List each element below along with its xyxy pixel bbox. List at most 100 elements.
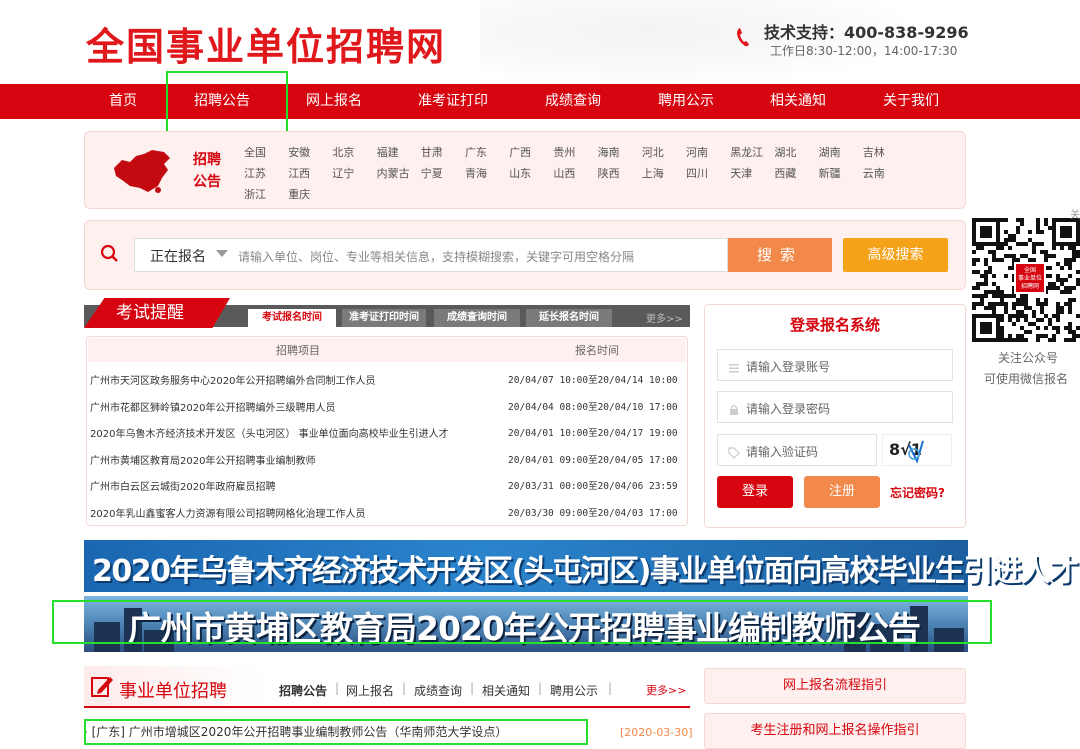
col-header-time: 报名时间 bbox=[575, 344, 619, 357]
forgot-password-link[interactable]: 忘记密码? bbox=[890, 484, 945, 501]
search-icon bbox=[100, 244, 120, 264]
captcha-image[interactable]: 8√1 bbox=[882, 434, 952, 466]
job-tab-notice[interactable]: 招聘公告 bbox=[279, 682, 327, 699]
qr-caption-wechat: 可使用微信报名 bbox=[984, 372, 1069, 386]
status-select[interactable]: 正在报名 bbox=[150, 246, 206, 266]
exam-row[interactable]: 广州市白云区云城街2020年政府雇员招聘 20/03/31 00:00至20/04… bbox=[90, 472, 680, 498]
exam-row-time: 20/04/01 09:00至20/04/05 17:00 bbox=[508, 454, 678, 466]
login-button[interactable]: 登录 bbox=[717, 476, 793, 508]
edit-icon bbox=[90, 674, 114, 698]
province-link[interactable]: 四川 bbox=[686, 165, 708, 181]
job-tab-score[interactable]: 成绩查询 bbox=[414, 682, 462, 699]
province-link[interactable]: 福建 bbox=[377, 144, 399, 160]
province-link[interactable]: 西藏 bbox=[774, 165, 796, 181]
nav-score-query[interactable]: 成绩查询 bbox=[545, 84, 601, 119]
province-link[interactable]: 内蒙古 bbox=[377, 165, 410, 181]
banner-urumqi-text: 2020年乌鲁木齐经济技术开发区(头屯河区)事业单位面向高校毕业生引进人才 bbox=[92, 554, 1079, 589]
exam-row-time: 20/03/31 00:00至20/04/06 23:59 bbox=[508, 481, 678, 492]
nav-home[interactable]: 首页 bbox=[109, 84, 137, 119]
province-link[interactable]: 青海 bbox=[465, 165, 487, 181]
site-logo[interactable]: 全国事业单位招聘网 bbox=[86, 16, 446, 71]
service-hours: 工作日8:30-12:00，14:00-17:30 bbox=[770, 44, 958, 58]
chevron-down-icon[interactable] bbox=[216, 250, 228, 257]
nav-about-us[interactable]: 关于我们 bbox=[883, 84, 939, 119]
job-section-title: 事业单位招聘 bbox=[119, 681, 227, 702]
province-link[interactable]: 贵州 bbox=[553, 144, 575, 160]
job-tab-signup[interactable]: 网上报名 bbox=[346, 682, 394, 699]
province-link[interactable]: 江西 bbox=[288, 165, 310, 181]
jobs-more-link[interactable]: 更多>> bbox=[646, 682, 686, 698]
province-link[interactable]: 辽宁 bbox=[332, 165, 354, 181]
province-link[interactable]: 上海 bbox=[642, 165, 664, 181]
exam-row[interactable]: 2020年乌鲁木齐经济技术开发区（头屯河区） 事业单位面向高校毕业生引进人才 20… bbox=[90, 419, 680, 445]
nav-related-notices[interactable]: 相关通知 bbox=[770, 84, 826, 119]
nav-hiring-notice[interactable]: 聘用公示 bbox=[658, 84, 714, 119]
province-link[interactable]: 新疆 bbox=[819, 165, 841, 181]
tab-separator: | bbox=[402, 681, 407, 695]
password-field[interactable]: 请输入登录密码 bbox=[717, 391, 953, 423]
exam-row-name: 广州市天河区政务服务中心2020年公开招聘编外合同制工作人员 bbox=[90, 376, 376, 387]
job-tab-hiring[interactable]: 聘用公示 bbox=[550, 682, 598, 699]
province-link[interactable]: 北京 bbox=[332, 144, 354, 160]
lock-icon bbox=[728, 401, 740, 415]
user-icon bbox=[728, 359, 740, 373]
register-button[interactable]: 注册 bbox=[804, 476, 880, 508]
tab-separator: | bbox=[470, 681, 475, 695]
province-link[interactable]: 陕西 bbox=[598, 165, 620, 181]
province-link[interactable]: 天津 bbox=[730, 165, 752, 181]
tab-exam-signup-time[interactable]: 考试报名时间 bbox=[248, 309, 336, 327]
province-link[interactable]: 宁夏 bbox=[421, 165, 443, 181]
province-link[interactable]: 安徽 bbox=[288, 144, 310, 160]
tab-separator: | bbox=[608, 681, 613, 695]
search-button[interactable]: 搜索 bbox=[728, 238, 832, 272]
province-link[interactable]: 河北 bbox=[642, 144, 664, 160]
col-header-item: 招聘项目 bbox=[276, 344, 320, 357]
province-link[interactable]: 重庆 bbox=[288, 186, 310, 202]
exam-row[interactable]: 广州市天河区政务服务中心2020年公开招聘编外合同制工作人员 20/04/07 1… bbox=[90, 366, 680, 392]
province-link[interactable]: 全国 bbox=[244, 144, 266, 160]
exam-row[interactable]: 广州市花都区狮岭镇2020年公开招聘编外三级聘用人员 20/04/04 08:00… bbox=[90, 393, 680, 419]
tag-icon bbox=[728, 444, 740, 459]
province-link[interactable]: 黑龙江 bbox=[730, 144, 763, 160]
banner-urumqi[interactable]: 2020年乌鲁木齐经济技术开发区(头屯河区)事业单位面向高校毕业生引进人才 bbox=[84, 540, 1079, 592]
exam-row[interactable]: 2020年乳山鑫蜜客人力资源有限公司招聘网格化治理工作人员 20/03/30 09… bbox=[90, 499, 680, 525]
search-placeholder: 请输入单位、岗位、专业等相关信息，支持模糊搜索，关键字可用空格分隔 bbox=[238, 250, 635, 264]
province-link[interactable]: 海南 bbox=[598, 144, 620, 160]
tab-extended-signup-time[interactable]: 延长报名时间 bbox=[526, 309, 612, 327]
province-link[interactable]: 云南 bbox=[863, 165, 885, 181]
province-link[interactable]: 广西 bbox=[509, 144, 531, 160]
province-link[interactable]: 山西 bbox=[553, 165, 575, 181]
province-link[interactable]: 甘肃 bbox=[421, 144, 443, 160]
account-field[interactable]: 请输入登录账号 bbox=[717, 349, 953, 381]
nav-online-signup[interactable]: 网上报名 bbox=[306, 84, 362, 119]
job-tab-notices[interactable]: 相关通知 bbox=[482, 682, 530, 699]
tab-separator: | bbox=[538, 681, 543, 695]
province-link[interactable]: 湖南 bbox=[819, 144, 841, 160]
china-map-icon bbox=[108, 148, 174, 194]
captcha-placeholder: 请输入验证码 bbox=[746, 445, 819, 459]
advanced-search-button[interactable]: 高级搜索 bbox=[843, 238, 948, 272]
province-link[interactable]: 江苏 bbox=[244, 165, 266, 181]
exam-row-name: 广州市花都区狮岭镇2020年公开招聘编外三级聘用人员 bbox=[90, 402, 336, 414]
guide-signup-process[interactable]: 网上报名流程指引 bbox=[704, 668, 966, 704]
exam-row[interactable]: 广州市黄埔区教育局2020年公开招聘事业编制教师 20/04/01 09:00至2… bbox=[90, 446, 680, 472]
tab-score-query-time[interactable]: 成绩查询时间 bbox=[434, 309, 520, 327]
exam-row-name: 广州市黄埔区教育局2020年公开招聘事业编制教师 bbox=[90, 455, 316, 467]
province-link[interactable]: 广东 bbox=[465, 144, 487, 160]
exam-more-link[interactable]: 更多>> bbox=[646, 310, 683, 325]
tab-separator: | bbox=[335, 681, 340, 695]
tab-admission-print-time[interactable]: 准考证打印时间 bbox=[342, 309, 426, 327]
province-link[interactable]: 吉林 bbox=[863, 144, 885, 160]
guide-register-operation[interactable]: 考生注册和网上报名操作指引 bbox=[704, 713, 966, 749]
province-link[interactable]: 山东 bbox=[509, 165, 531, 181]
captcha-field[interactable]: 请输入验证码 bbox=[717, 434, 877, 466]
nav-admission-print[interactable]: 准考证打印 bbox=[418, 84, 488, 119]
highlight-box-nav bbox=[166, 71, 288, 135]
qr-side-text: 关 bbox=[1070, 210, 1080, 221]
phone-icon bbox=[736, 26, 752, 48]
exam-row-name: 2020年乌鲁木齐经济技术开发区（头屯河区） 事业单位面向高校毕业生引进人才 bbox=[90, 429, 449, 440]
province-link[interactable]: 湖北 bbox=[774, 144, 796, 160]
province-link[interactable]: 浙江 bbox=[244, 186, 266, 202]
province-link[interactable]: 河南 bbox=[686, 144, 708, 160]
qr-center-badge: 全国 事业单位 招聘网 bbox=[1014, 262, 1046, 294]
